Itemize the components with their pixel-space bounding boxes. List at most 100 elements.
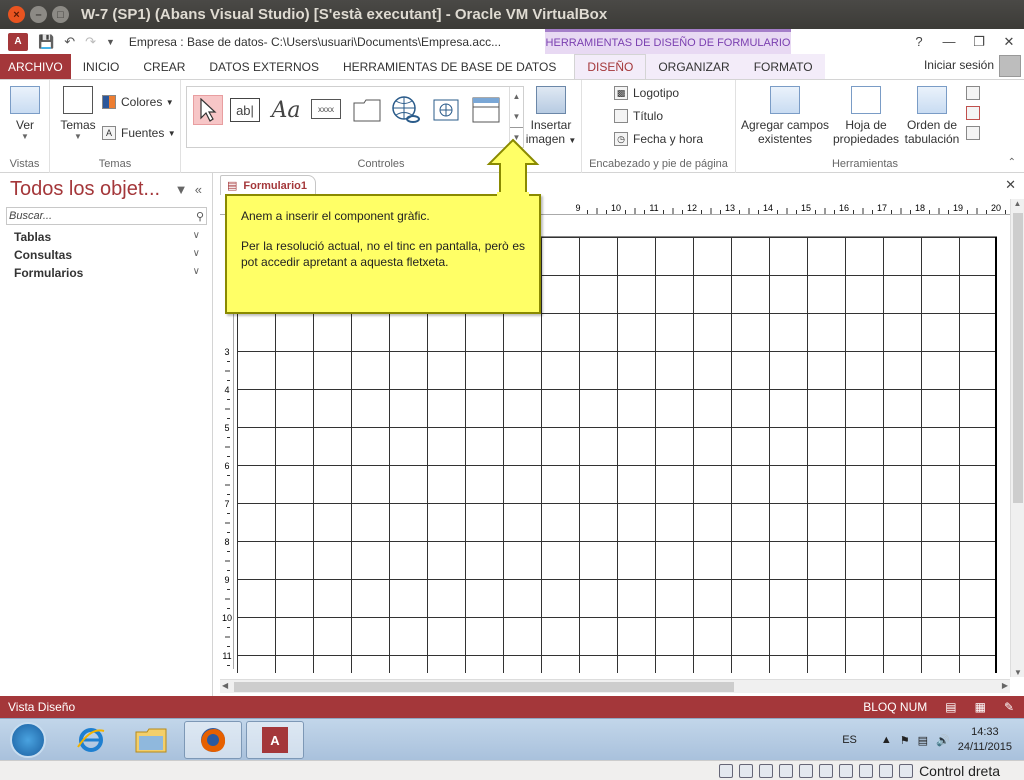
mouse-integration-icon[interactable]	[879, 764, 894, 778]
ie-taskbar-icon[interactable]	[62, 721, 120, 759]
tab-diseno[interactable]: DISEÑO	[574, 54, 647, 79]
customize-qat-icon[interactable]: ▼	[106, 37, 115, 47]
shared-folders-icon[interactable]	[819, 764, 834, 778]
nav-menu-icon[interactable]: ▼	[175, 182, 188, 197]
horizontal-scrollbar[interactable]: ◀ ▶	[220, 679, 1010, 693]
clock[interactable]: 14:33 24/11/2015	[958, 725, 1012, 755]
tab-datos-externos[interactable]: DATOS EXTERNOS	[197, 54, 331, 79]
collapse-nav-icon[interactable]: «	[195, 182, 202, 197]
tab-inicio[interactable]: INICIO	[71, 54, 132, 79]
scroll-left-icon[interactable]: ◀	[222, 681, 228, 690]
avatar[interactable]	[999, 55, 1021, 77]
select-pointer-icon[interactable]	[193, 95, 223, 125]
ruler-left-label: 10	[222, 613, 232, 623]
hyperlink-icon[interactable]	[391, 95, 421, 125]
restore-icon[interactable]: ❐	[964, 34, 994, 50]
web-browser-control-icon[interactable]	[431, 95, 461, 125]
volume-icon[interactable]: 🔊	[936, 734, 950, 747]
temas-button[interactable]: Temas ▼	[58, 86, 98, 141]
group-label-vistas: Vistas	[9, 158, 40, 170]
button-control-icon[interactable]: xxxx	[311, 99, 341, 119]
search-input[interactable]: Buscar... ⚲	[6, 207, 207, 225]
maximize-window-button[interactable]: □	[52, 6, 69, 23]
code-icon[interactable]	[966, 106, 980, 120]
ver-button[interactable]: Ver ▼	[8, 86, 42, 141]
scroll-right-icon[interactable]: ▶	[1002, 681, 1008, 690]
convert-macros-icon[interactable]	[966, 126, 980, 140]
tab-herramientas-bd[interactable]: HERRAMIENTAS DE BASE DE DATOS	[331, 54, 568, 79]
undo-icon[interactable]: ↶	[64, 34, 75, 50]
tab-organizar[interactable]: ORGANIZAR	[646, 54, 742, 79]
tab-formato[interactable]: FORMATO	[741, 54, 825, 79]
image-icon	[536, 86, 566, 114]
hdd-icon[interactable]	[719, 764, 734, 778]
audio-icon[interactable]	[759, 764, 774, 778]
ver-label: Ver	[15, 118, 34, 132]
show-hidden-icons[interactable]: ▲	[881, 734, 892, 746]
fuentes-button[interactable]: A Fuentes ▼	[102, 126, 176, 140]
firefox-taskbar-icon[interactable]	[184, 721, 242, 759]
explorer-taskbar-icon[interactable]	[122, 721, 180, 759]
help-icon[interactable]: ?	[904, 34, 934, 49]
tab-crear[interactable]: CREAR	[131, 54, 197, 79]
close-window-button[interactable]: ×	[8, 6, 25, 23]
nav-pane-title[interactable]: Todos los objet...	[10, 178, 160, 201]
signin-link[interactable]: Iniciar sesión	[924, 58, 994, 72]
nav-group-formularios[interactable]: Formularios ∨	[14, 266, 200, 280]
network-icon[interactable]: ▤	[918, 734, 928, 747]
vertical-scrollbar[interactable]: ▲ ▼	[1010, 199, 1024, 677]
titulo-button[interactable]: Título	[614, 109, 663, 123]
textbox-icon[interactable]: ab|	[230, 98, 260, 122]
agregar-campos-button[interactable]: Agregar campos existentes	[738, 86, 832, 146]
vertical-scroll-thumb[interactable]	[1013, 213, 1023, 503]
colores-button[interactable]: Colores ▼	[102, 95, 174, 109]
status-view-label: Vista Diseño	[8, 700, 76, 714]
close-icon[interactable]: ✕	[994, 34, 1024, 50]
start-button[interactable]	[10, 722, 46, 758]
save-icon[interactable]: 💾	[38, 34, 54, 50]
gallery-up-icon[interactable]: ▲	[510, 87, 523, 107]
usb-icon[interactable]	[799, 764, 814, 778]
hoja-propiedades-button[interactable]: Hoja de propiedades	[832, 86, 900, 146]
fecha-hora-button[interactable]: ◷ Fecha y hora	[614, 132, 703, 146]
capture-icon[interactable]	[859, 764, 874, 778]
nav-group-consultas[interactable]: Consultas ∨	[14, 248, 200, 262]
minimize-icon[interactable]: —	[934, 34, 964, 49]
collapse-ribbon-icon[interactable]: ⌃	[1008, 157, 1016, 168]
optical-drive-icon[interactable]	[739, 764, 754, 778]
form-view-icon[interactable]: ▤	[945, 700, 956, 714]
clock-time: 14:33	[971, 726, 999, 738]
orden-tabulacion-button[interactable]: Orden de tabulación	[900, 86, 964, 146]
keyboard-icon[interactable]	[899, 764, 914, 778]
document-tab[interactable]: ▤ Formulario1	[220, 175, 316, 195]
navigation-control-icon[interactable]	[471, 95, 501, 125]
hoja-label-1: Hoja de	[845, 118, 887, 132]
search-icon[interactable]: ⚲	[196, 209, 204, 225]
scroll-up-icon[interactable]: ▲	[1011, 199, 1024, 208]
network-adapter-icon[interactable]	[779, 764, 794, 778]
language-indicator[interactable]: ES	[842, 734, 857, 746]
network-alert-icon[interactable]: ⚑	[900, 734, 910, 747]
horizontal-scroll-thumb[interactable]	[234, 682, 734, 692]
display-icon[interactable]	[839, 764, 854, 778]
scroll-down-icon[interactable]: ▼	[1011, 668, 1024, 677]
ruler-left-label: 8	[224, 537, 229, 547]
host-key-label: Control dreta	[919, 763, 1000, 779]
layout-view-icon[interactable]: ▦	[975, 700, 986, 714]
screen: × – □ W-7 (SP1) (Abans Visual Studio) [S…	[0, 0, 1024, 780]
subform-icon[interactable]	[966, 86, 980, 100]
tab-archivo[interactable]: ARCHIVO	[0, 54, 71, 79]
redo-icon[interactable]: ↷	[85, 34, 96, 50]
tab-control-icon[interactable]	[352, 95, 382, 125]
clock-date: 24/11/2015	[957, 741, 1012, 753]
close-document-icon[interactable]: ✕	[1005, 177, 1016, 193]
gallery-down-icon[interactable]: ▼	[510, 107, 523, 127]
insertar-imagen-button[interactable]: Insertar imagen ▼	[525, 86, 577, 146]
design-view-icon[interactable]: ✎	[1004, 700, 1014, 714]
label-control-icon[interactable]: Aa	[271, 95, 301, 125]
gallery-more-icon[interactable]: ▼	[510, 127, 523, 146]
nav-group-tablas[interactable]: Tablas ∨	[14, 230, 200, 244]
logotipo-button[interactable]: ▩ Logotipo	[614, 86, 679, 100]
minimize-window-button[interactable]: –	[30, 6, 47, 23]
access-taskbar-icon[interactable]: A	[246, 721, 304, 759]
